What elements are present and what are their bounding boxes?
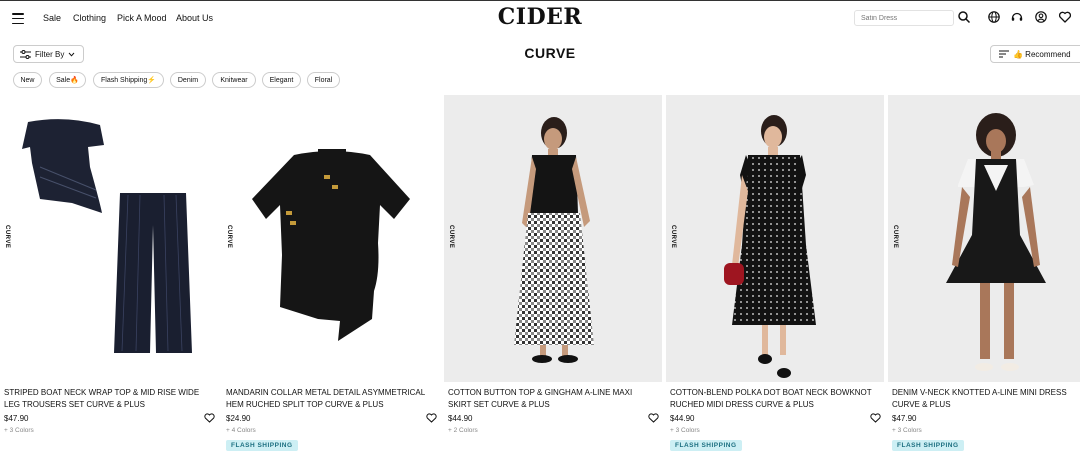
heart-icon[interactable] <box>204 413 215 423</box>
chip-elegant[interactable]: Elegant <box>262 72 301 88</box>
product-title[interactable]: DENIM V-NECK KNOTTED A-LINE MINI DRESS C… <box>892 387 1080 410</box>
product-title[interactable]: STRIPED BOAT NECK WRAP TOP & MID RISE WI… <box>4 387 209 410</box>
heart-icon[interactable] <box>648 413 659 423</box>
globe-icon[interactable] <box>987 10 1001 24</box>
chip-denim[interactable]: Denim <box>170 72 206 88</box>
flash-shipping-badge: FLASH SHIPPING <box>226 440 298 451</box>
collection-label: CURVE <box>226 225 232 249</box>
nav-about-us[interactable]: About Us <box>176 13 213 23</box>
wishlist-icon[interactable] <box>1058 10 1072 24</box>
color-count: + 3 Colors <box>670 427 700 434</box>
product-title[interactable]: MANDARIN COLLAR METAL DETAIL ASYMMETRICA… <box>226 387 431 410</box>
chip-new[interactable]: New <box>13 72 42 88</box>
heart-icon[interactable] <box>426 413 437 423</box>
product-image[interactable] <box>666 95 884 382</box>
top-border <box>0 0 1080 1</box>
color-count: + 2 Colors <box>448 427 478 434</box>
sort-label: 👍 Recommend <box>1013 49 1071 59</box>
collection-label: CURVE <box>4 225 10 249</box>
account-icon[interactable] <box>1034 10 1048 24</box>
product-image[interactable] <box>444 95 662 382</box>
product-card[interactable]: CURVE STRIPED BOAT NECK WRAP TOP & MID R… <box>0 95 218 461</box>
search-input[interactable] <box>854 10 954 26</box>
flash-shipping-badge: FLASH SHIPPING <box>670 440 742 451</box>
product-price: $47.90 <box>4 414 29 423</box>
search-icon[interactable] <box>957 10 971 24</box>
sort-icon <box>999 50 1009 58</box>
page-title: CURVE <box>524 45 576 61</box>
product-price: $44.90 <box>448 414 473 423</box>
chip-flash-shipping[interactable]: Flash Shipping⚡ <box>93 72 164 88</box>
product-card[interactable]: CURVE DENIM V-NECK KNOTTED A-LINE MINI D… <box>888 95 1080 461</box>
chip-sale[interactable]: Sale🔥 <box>49 72 86 88</box>
chip-floral[interactable]: Floral <box>307 72 340 88</box>
color-count: + 4 Colors <box>226 427 256 434</box>
product-image[interactable] <box>0 95 218 382</box>
filter-icon <box>20 49 31 59</box>
flash-shipping-badge: FLASH SHIPPING <box>892 440 964 451</box>
product-card[interactable]: CURVE COTTON BUTTON TOP & GINGHAM A-LINE… <box>444 95 662 461</box>
product-title[interactable]: COTTON-BLEND POLKA DOT BOAT NECK BOWKNOT… <box>670 387 875 410</box>
product-card[interactable]: CURVE MANDARIN COLLAR METAL DETAIL ASYMM… <box>222 95 440 461</box>
color-count: + 3 Colors <box>892 427 922 434</box>
chevron-down-icon <box>68 52 75 57</box>
sort-button[interactable]: 👍 Recommend <box>990 45 1080 63</box>
heart-icon[interactable] <box>870 413 881 423</box>
logo[interactable]: CIDER <box>480 4 600 30</box>
product-image[interactable] <box>888 95 1080 382</box>
menu-icon[interactable] <box>12 13 24 25</box>
collection-label: CURVE <box>448 225 454 249</box>
collection-label: CURVE <box>670 225 676 249</box>
product-card[interactable]: CURVE COTTON-BLEND POLKA DOT BOAT NECK B… <box>666 95 884 461</box>
support-icon[interactable] <box>1010 10 1024 24</box>
nav-sale[interactable]: Sale <box>43 13 61 23</box>
product-title[interactable]: COTTON BUTTON TOP & GINGHAM A-LINE MAXI … <box>448 387 653 410</box>
filter-label: Filter By <box>35 49 65 59</box>
chip-knitwear[interactable]: Knitwear <box>212 72 256 88</box>
color-count: + 3 Colors <box>4 427 34 434</box>
nav-clothing[interactable]: Clothing <box>73 13 106 23</box>
nav-pick-a-mood[interactable]: Pick A Mood <box>117 13 167 23</box>
product-price: $24.90 <box>226 414 251 423</box>
product-price: $44.90 <box>670 414 695 423</box>
product-image[interactable] <box>222 95 440 382</box>
filter-button[interactable]: Filter By <box>13 45 84 63</box>
product-price: $47.90 <box>892 414 917 423</box>
collection-label: CURVE <box>892 225 898 249</box>
